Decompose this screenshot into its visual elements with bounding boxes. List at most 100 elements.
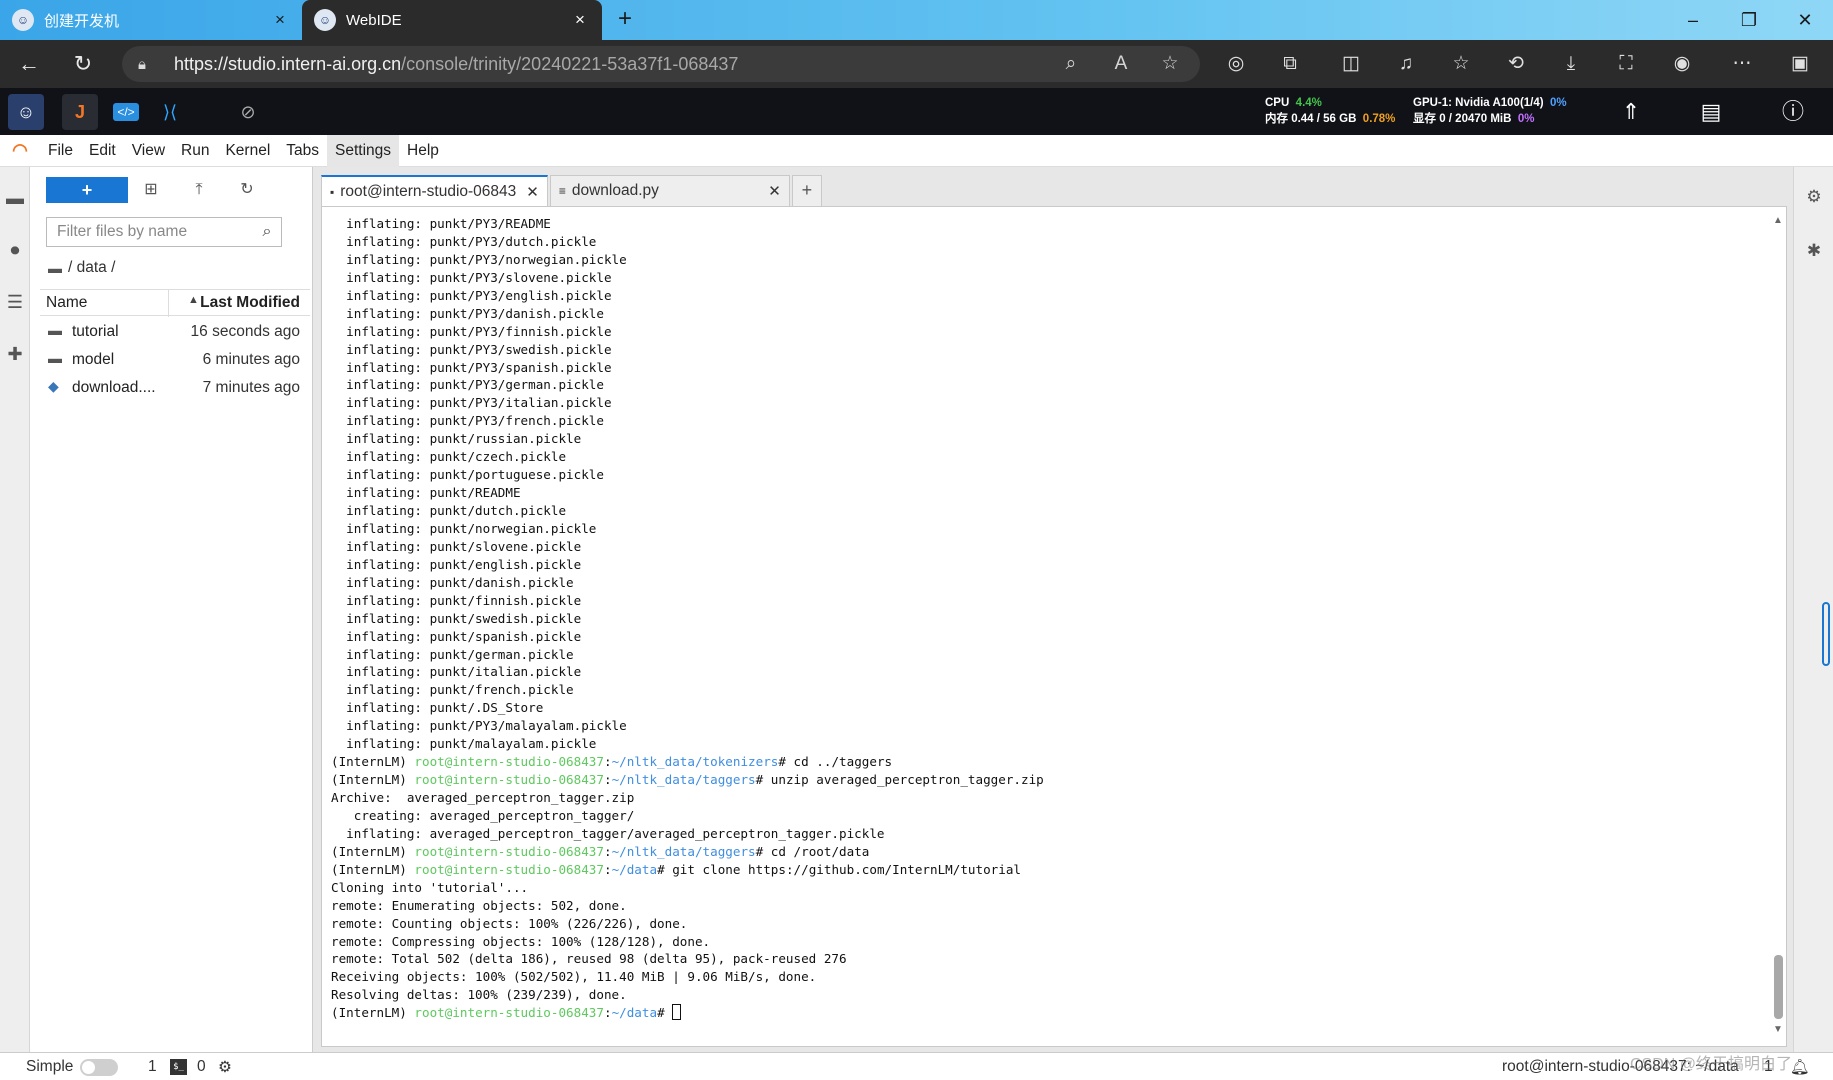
terminal-line: inflating: punkt/english.pickle <box>331 556 582 572</box>
upload-icon[interactable]: ⇑ <box>1613 94 1649 130</box>
compass-icon[interactable]: ⊘ <box>230 94 266 130</box>
terminal-line: inflating: punkt/PY3/malayalam.pickle <box>331 718 627 734</box>
kernel-count[interactable]: 1 <box>148 1058 157 1076</box>
main-dock-area: ▪ root@intern-studio-06843 ✕ ≡ download.… <box>313 167 1793 1052</box>
menu-help[interactable]: Help <box>399 135 447 167</box>
terminal-icon: ▪ <box>330 184 335 199</box>
file-row-model[interactable]: ▬ model 6 minutes ago <box>40 347 310 373</box>
tab-terminal[interactable]: ▪ root@intern-studio-06843 ✕ <box>321 175 548 206</box>
terminal-line: (InternLM) root@intern-studio-068437:~/n… <box>331 843 870 859</box>
terminal-line: remote: Counting objects: 100% (226/226)… <box>331 915 688 931</box>
scroll-down-icon[interactable]: ▼ <box>1772 1024 1784 1035</box>
minimize-button[interactable]: – <box>1665 0 1721 40</box>
profile-avatar-icon[interactable]: ◉ <box>1664 48 1700 80</box>
menu-run[interactable]: Run <box>173 135 217 167</box>
scrollbar-thumb[interactable] <box>1774 955 1783 1019</box>
terminal-line: (InternLM) root@intern-studio-068437:~/n… <box>331 754 893 770</box>
site-favicon-icon: ☺ <box>12 9 34 31</box>
menu-file[interactable]: File <box>40 135 81 167</box>
gpu-stats: GPU-1: Nvidia A100(1/4) 0% 显存 0 / 20470 … <box>1413 97 1567 125</box>
read-aloud-icon[interactable]: A <box>1103 46 1139 82</box>
browser-tab-webide[interactable]: ☺ WebIDE × <box>302 0 602 40</box>
address-bar[interactable]: 🔒︎ https://studio.intern-ai.org.cn/conso… <box>122 46 1200 82</box>
terminal-line: remote: Compressing objects: 100% (128/1… <box>331 933 711 949</box>
favorite-star-icon[interactable]: ☆ <box>1152 46 1188 82</box>
column-name[interactable]: Name <box>46 294 87 312</box>
new-launcher-button[interactable]: + <box>46 177 128 203</box>
lock-icon[interactable]: 🔒︎ <box>138 56 158 73</box>
terminal-scrollbar[interactable]: ▲ ▼ <box>1772 215 1784 1035</box>
code-editor-icon[interactable]: </> <box>108 94 144 130</box>
terminal-count[interactable]: 0 <box>197 1058 206 1076</box>
refresh-files-icon[interactable]: ↻ <box>232 177 262 203</box>
sort-ascending-icon: ▲ <box>188 294 199 306</box>
zoom-icon[interactable]: ⌕ <box>1053 46 1089 82</box>
close-tab-icon[interactable]: × <box>270 10 290 30</box>
favorites-icon[interactable]: ☆ <box>1443 48 1479 80</box>
tab-download-py[interactable]: ≡ download.py ✕ <box>549 175 790 206</box>
refresh-icon[interactable]: ↻ <box>66 48 100 80</box>
file-row-download-py[interactable]: ◆ download.... 7 minutes ago <box>40 375 310 401</box>
debugger-bug-icon[interactable]: ✱ <box>1794 241 1833 261</box>
music-icon[interactable]: ♫ <box>1388 48 1424 80</box>
extension-puzzle-icon[interactable]: ✚ <box>0 337 30 371</box>
screenshot-icon[interactable]: ⛶ <box>1608 48 1644 80</box>
right-activity-bar: ⚙ ✱ <box>1793 167 1833 1052</box>
file-list-header: Name ▲ Last Modified <box>40 289 310 317</box>
vscode-icon[interactable]: ⟩⟨ <box>152 94 188 130</box>
column-last-modified[interactable]: Last Modified <box>200 294 300 312</box>
folder-icon[interactable]: ▬ <box>0 181 30 215</box>
simple-mode-toggle[interactable] <box>80 1059 118 1076</box>
menu-view[interactable]: View <box>124 135 173 167</box>
maximize-button[interactable]: ❐ <box>1721 0 1777 40</box>
notification-bell-icon[interactable]: 🔔︎ <box>1790 1058 1810 1077</box>
menu-settings[interactable]: Settings <box>327 134 400 167</box>
terminal-line: inflating: punkt/czech.pickle <box>331 449 567 465</box>
filter-files-input[interactable]: Filter files by name ⌕ <box>46 217 282 247</box>
running-kernels-icon[interactable]: ⏺ <box>0 233 30 267</box>
close-window-button[interactable]: ✕ <box>1777 0 1833 40</box>
file-row-tutorial[interactable]: ▬ tutorial 16 seconds ago <box>40 319 310 345</box>
new-folder-icon[interactable]: ⊞ <box>136 177 166 203</box>
menu-edit[interactable]: Edit <box>81 135 124 167</box>
file-text-icon: ≡ <box>558 184 566 198</box>
history-icon[interactable]: ⟲ <box>1498 48 1534 80</box>
breadcrumb[interactable]: ▬ / data / <box>48 259 115 277</box>
sidebar-toggle-icon[interactable]: ▣ <box>1782 48 1818 80</box>
prompt-user: root@intern-studio-068437 <box>414 754 604 770</box>
prompt-env: (InternLM) <box>331 843 415 859</box>
monitor-icon[interactable]: ▤ <box>1693 94 1729 130</box>
more-menu-icon[interactable]: ⋯ <box>1724 48 1760 80</box>
menu-tabs[interactable]: Tabs <box>278 135 327 167</box>
terminal-line: inflating: punkt/norwegian.pickle <box>331 520 597 536</box>
add-tab-button[interactable]: + <box>791 175 822 206</box>
jupyter-icon[interactable]: J <box>62 94 98 130</box>
terminal-output: inflating: punkt/PY3/README inflating: p… <box>331 215 1044 1022</box>
extension-glasses-icon[interactable]: ◎ <box>1218 48 1254 80</box>
terminal-line: inflating: punkt/PY3/finnish.pickle <box>331 323 612 339</box>
browser-toolbar: ← ↻ 🔒︎ https://studio.intern-ai.org.cn/c… <box>0 40 1833 88</box>
terminal-line: inflating: punkt/PY3/norwegian.pickle <box>331 251 627 267</box>
download-icon[interactable]: ⤓ <box>1553 48 1589 80</box>
terminal-line: inflating: punkt/PY3/spanish.pickle <box>331 359 612 375</box>
split-screen-icon[interactable]: ◫ <box>1333 48 1369 80</box>
back-arrow-icon[interactable]: ← <box>12 48 46 80</box>
terminal-panel[interactable]: inflating: punkt/PY3/README inflating: p… <box>321 206 1787 1047</box>
info-icon[interactable]: ⓘ <box>1775 94 1811 130</box>
table-of-contents-icon[interactable]: ☰ <box>0 285 30 319</box>
close-tab-icon[interactable]: ✕ <box>768 182 781 200</box>
prompt-path: ~/nltk_data/taggers <box>611 772 756 788</box>
browser-tab-create-devmachine[interactable]: ☺ 创建开发机 × <box>0 0 302 40</box>
menu-kernel[interactable]: Kernel <box>217 135 278 167</box>
upload-file-icon[interactable]: ⤒ <box>184 177 214 203</box>
terminal-line: inflating: punkt/PY3/slovene.pickle <box>331 269 612 285</box>
internlm-logo-icon[interactable]: ☺ <box>8 94 44 130</box>
property-inspector-icon[interactable]: ⚙ <box>1794 187 1833 207</box>
close-tab-icon[interactable]: ✕ <box>526 183 539 201</box>
folder-icon: ▬ <box>48 350 62 366</box>
extensions-icon[interactable]: ⧉ <box>1272 48 1308 80</box>
new-tab-button[interactable]: + <box>610 4 640 36</box>
scroll-up-icon[interactable]: ▲ <box>1772 215 1784 226</box>
close-tab-icon[interactable]: × <box>570 10 590 30</box>
side-scroll-handle[interactable] <box>1822 602 1830 666</box>
